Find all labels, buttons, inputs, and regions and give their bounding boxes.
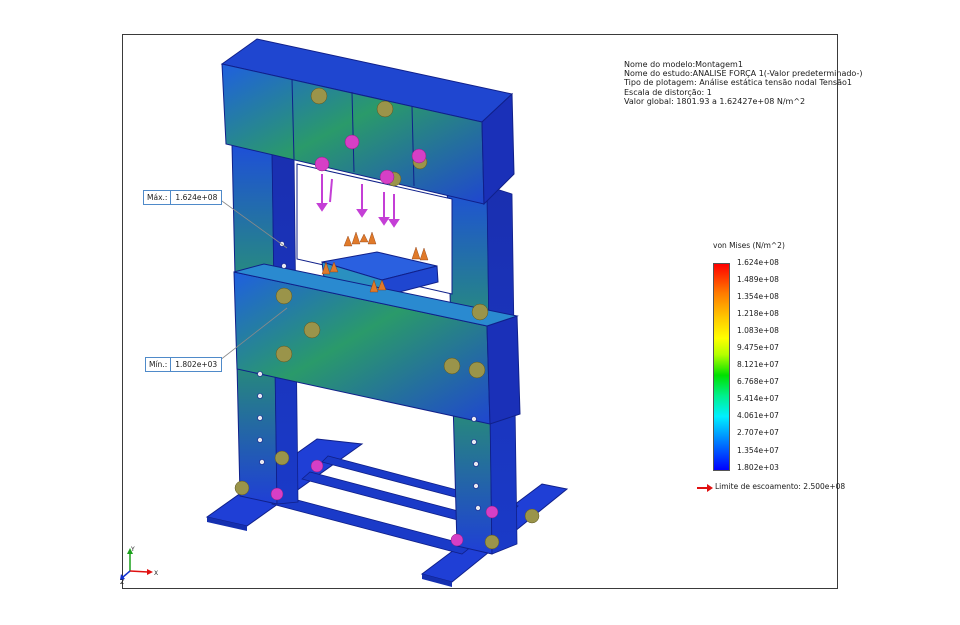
yield-arrow-icon (697, 484, 713, 492)
legend-tick: 9.475e+07 (737, 343, 779, 352)
distortion-scale: Escala de distorção: 1 (624, 87, 712, 97)
legend-tick: 1.083e+08 (737, 326, 779, 335)
legend-tick: 1.218e+08 (737, 309, 779, 318)
yield-limit: Limite de escoamento: 2.500e+08 (715, 482, 846, 491)
legend-colorbar (713, 263, 730, 471)
min-callout[interactable]: Mín.: 1.802e+03 (145, 357, 223, 372)
legend-title: von Mises (N/m^2) (713, 241, 785, 250)
legend-tick: 8.121e+07 (737, 360, 779, 369)
fea-model-view[interactable] (122, 34, 838, 589)
legend-tick: 6.768e+07 (737, 377, 779, 386)
study-name: Nome do estudo:ANALISE FORÇA 1(-Valor pr… (624, 69, 863, 79)
plot-type: Tipo de plotagem: Análise estática tensã… (624, 78, 852, 88)
legend-tick: 1.354e+08 (737, 292, 779, 301)
study-info: Nome do modelo:Montagem1 Nome do estudo:A… (624, 60, 862, 106)
max-value: 1.624e+08 (175, 193, 218, 202)
max-label: Máx.: (144, 191, 172, 204)
legend-tick: 4.061e+07 (737, 411, 779, 420)
legend-tick: 1.354e+07 (737, 446, 779, 455)
triad-z-label: Z (120, 579, 124, 585)
min-label: Mín.: (146, 358, 172, 371)
legend-tick: 1.624e+08 (737, 258, 779, 267)
legend-tick: 2.707e+07 (737, 428, 779, 437)
model-name: Nome do modelo:Montagem1 (624, 60, 743, 69)
min-value: 1.802e+03 (175, 360, 218, 369)
triad-x-label: X (154, 570, 158, 577)
max-callout[interactable]: Máx.: 1.624e+08 (143, 190, 223, 205)
triad-y-label: Y (130, 546, 135, 553)
global-value: Valor global: 1801.93 a 1.62427e+08 N/m^… (624, 96, 806, 106)
legend-tick: 5.414e+07 (737, 394, 779, 403)
legend-tick: 1.489e+08 (737, 275, 779, 284)
axis-triad-icon[interactable]: Y X Z (118, 545, 163, 585)
legend-tick: 1.802e+03 (737, 463, 779, 472)
